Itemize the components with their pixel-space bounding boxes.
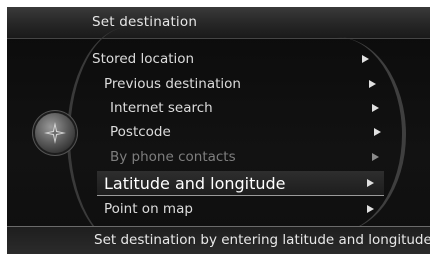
chevron-right-icon bbox=[372, 104, 379, 112]
menu-item-latitude-longitude[interactable]: Latitude and longitude bbox=[97, 171, 384, 196]
menu-item-by-phone-contacts[interactable]: By phone contacts bbox=[110, 145, 380, 169]
menu-item-postcode[interactable]: Postcode bbox=[110, 120, 381, 144]
help-text: Set destination by entering latitude and… bbox=[94, 232, 430, 248]
chevron-right-icon bbox=[374, 128, 381, 136]
menu-item-label: By phone contacts bbox=[110, 149, 236, 165]
menu-item-internet-search[interactable]: Internet search bbox=[110, 96, 380, 120]
chevron-right-icon bbox=[369, 80, 376, 88]
menu-item-label: Previous destination bbox=[104, 76, 241, 92]
menu-item-label: Latitude and longitude bbox=[104, 173, 286, 193]
menu-item-label: Postcode bbox=[110, 124, 171, 140]
menu-item-stored-location[interactable]: Stored location bbox=[92, 47, 372, 71]
menu-item-label: Point on map bbox=[104, 201, 193, 217]
menu-item-label: Internet search bbox=[110, 100, 213, 116]
chevron-right-icon bbox=[367, 179, 374, 187]
chevron-right-icon bbox=[367, 205, 374, 213]
page-title: Set destination bbox=[92, 14, 198, 30]
compass-star-icon bbox=[44, 122, 66, 144]
menu-item-label: Stored location bbox=[92, 51, 195, 67]
menu-item-point-on-map[interactable]: Point on map bbox=[104, 197, 379, 221]
menu-item-previous-destination[interactable]: Previous destination bbox=[104, 72, 379, 96]
navigation-compass-icon[interactable] bbox=[35, 113, 75, 153]
infotainment-screen: Set destination Stored location Previous… bbox=[7, 7, 430, 254]
chevron-right-icon bbox=[362, 55, 369, 63]
title-bar: Set destination bbox=[7, 7, 430, 39]
help-bar: Set destination by entering latitude and… bbox=[7, 226, 430, 254]
chevron-right-icon bbox=[372, 153, 379, 161]
